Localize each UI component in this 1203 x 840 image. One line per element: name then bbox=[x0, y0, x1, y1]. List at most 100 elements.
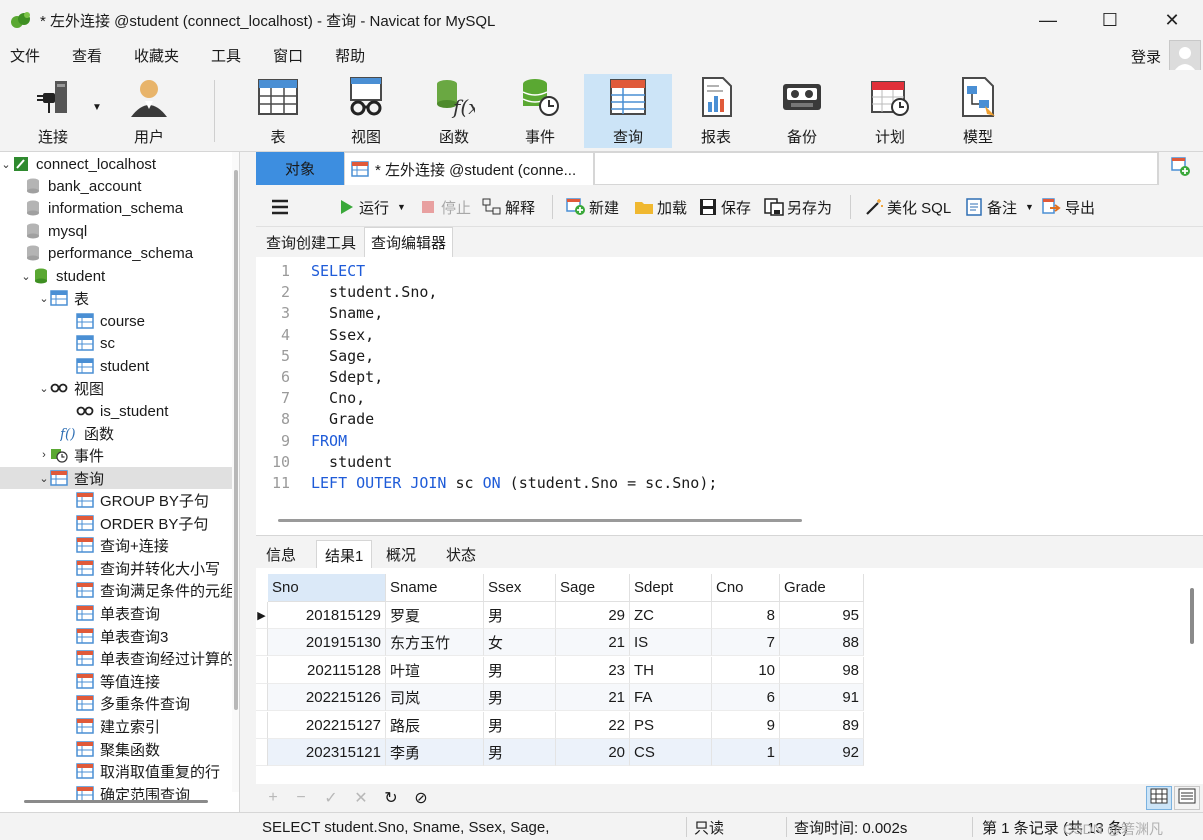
code-line[interactable]: student bbox=[311, 452, 392, 473]
save-button[interactable]: 保存 bbox=[698, 195, 751, 219]
chevron-down-icon[interactable]: ⌄ bbox=[38, 382, 50, 395]
tree-view-is-student[interactable]: is_student bbox=[0, 400, 232, 422]
tree-folder-views[interactable]: ⌄ 视图 bbox=[0, 377, 232, 399]
table-cell[interactable]: 叶瑄 bbox=[386, 657, 484, 684]
menu-favorites[interactable]: 收藏夹 bbox=[134, 45, 179, 66]
export-button[interactable]: 导出 bbox=[1042, 195, 1095, 219]
table-cell[interactable]: 司岚 bbox=[386, 684, 484, 711]
code-line[interactable]: Cno, bbox=[311, 388, 365, 409]
tool-function[interactable]: f(x) 函数 bbox=[424, 74, 484, 148]
menu-tools[interactable]: 工具 bbox=[211, 45, 241, 66]
table-cell[interactable]: 88 bbox=[780, 629, 864, 656]
table-cell[interactable]: 6 bbox=[712, 684, 780, 711]
editor-horizontal-scrollbar[interactable] bbox=[278, 519, 802, 522]
table-cell[interactable]: 10 bbox=[712, 657, 780, 684]
avatar[interactable] bbox=[1169, 40, 1201, 72]
chevron-down-icon[interactable]: ⌄ bbox=[20, 270, 32, 283]
tree-query-item[interactable]: 单表查询经过计算的值 bbox=[0, 647, 232, 669]
row-indicator[interactable] bbox=[256, 629, 268, 656]
table-cell[interactable]: 8 bbox=[712, 602, 780, 629]
table-row[interactable]: 201915130 东方玉竹女 21 IS 7 88 bbox=[268, 629, 864, 656]
table-cell[interactable]: 23 bbox=[556, 657, 630, 684]
tab-result1[interactable]: 结果1 bbox=[316, 540, 373, 569]
tree-folder-tables[interactable]: ⌄ 表 bbox=[0, 287, 232, 309]
tool-event[interactable]: 事件 bbox=[510, 74, 570, 148]
tree-folder-queries[interactable]: ⌄ 查询 bbox=[0, 467, 232, 489]
table-cell[interactable]: 202215126 bbox=[268, 684, 386, 711]
chevron-right-icon[interactable]: › bbox=[38, 449, 50, 461]
refresh-button[interactable]: ↻ bbox=[382, 789, 400, 807]
chevron-down-icon[interactable]: ⌄ bbox=[0, 158, 12, 171]
tree-db-information-schema[interactable]: information_schema bbox=[0, 197, 232, 219]
tab-status[interactable]: 状态 bbox=[438, 540, 484, 569]
table-cell[interactable]: 男 bbox=[484, 712, 556, 739]
table-cell[interactable]: 202315121 bbox=[268, 739, 386, 766]
code-line[interactable]: Grade bbox=[311, 409, 374, 430]
table-cell[interactable]: 9 bbox=[712, 712, 780, 739]
explain-button[interactable]: 解释 bbox=[482, 195, 535, 219]
tab-query-editor[interactable]: * 左外连接 @student (conne... bbox=[344, 152, 594, 185]
code-line[interactable]: Sdept, bbox=[311, 367, 383, 388]
tree-folder-functions[interactable]: f() 函数 bbox=[0, 422, 232, 444]
comment-button[interactable]: 备注 ▼ bbox=[964, 195, 1034, 219]
tool-connect[interactable]: 连接 bbox=[22, 74, 84, 148]
new-tab-button[interactable] bbox=[1158, 152, 1203, 185]
run-dropdown-icon[interactable]: ▼ bbox=[397, 202, 406, 212]
code-line[interactable]: FROM bbox=[311, 431, 347, 452]
table-cell[interactable]: 男 bbox=[484, 684, 556, 711]
stop-button[interactable]: 停止 bbox=[418, 195, 471, 219]
menu-view[interactable]: 查看 bbox=[72, 45, 102, 66]
code-line[interactable]: student.Sno, bbox=[311, 282, 437, 303]
table-cell[interactable]: 91 bbox=[780, 684, 864, 711]
table-cell[interactable]: TH bbox=[630, 657, 712, 684]
tree-query-item[interactable]: 单表查询 bbox=[0, 602, 232, 624]
delete-record-button[interactable]: − bbox=[292, 789, 310, 807]
code-line[interactable]: LEFT OUTER JOIN sc ON (student.Sno = sc.… bbox=[311, 473, 717, 494]
row-indicator[interactable] bbox=[256, 684, 268, 711]
close-button[interactable]: ✕ bbox=[1141, 0, 1203, 40]
table-cell[interactable]: 89 bbox=[780, 712, 864, 739]
table-cell[interactable]: 21 bbox=[556, 629, 630, 656]
tree-query-item[interactable]: 等值连接 bbox=[0, 670, 232, 692]
stop-refresh-button[interactable]: ⊘ bbox=[412, 789, 430, 807]
code-line[interactable]: SELECT bbox=[311, 261, 365, 282]
tree-db-student[interactable]: ⌄ student bbox=[0, 265, 232, 287]
tree-query-item[interactable]: 查询+连接 bbox=[0, 534, 232, 556]
tool-backup[interactable]: 备份 bbox=[772, 74, 832, 148]
column-header[interactable]: Sage bbox=[556, 574, 630, 602]
table-cell[interactable]: ZC bbox=[630, 602, 712, 629]
maximize-button[interactable]: ☐ bbox=[1079, 0, 1141, 40]
login-link[interactable]: 登录 bbox=[1131, 46, 1161, 67]
table-cell[interactable]: 1 bbox=[712, 739, 780, 766]
table-cell[interactable]: 女 bbox=[484, 629, 556, 656]
code-line[interactable]: Ssex, bbox=[311, 325, 374, 346]
column-header[interactable]: Cno bbox=[712, 574, 780, 602]
table-cell[interactable]: CS bbox=[630, 739, 712, 766]
tree-query-item[interactable]: 聚集函数 bbox=[0, 738, 232, 760]
tree-query-item[interactable]: 建立索引 bbox=[0, 715, 232, 737]
table-cell[interactable]: FA bbox=[630, 684, 712, 711]
table-row[interactable]: 202215126 司岚男 21 FA 6 91 bbox=[268, 684, 864, 711]
table-cell[interactable]: 98 bbox=[780, 657, 864, 684]
tree-table-course[interactable]: course bbox=[0, 310, 232, 332]
tree-query-item[interactable]: 取消取值重复的行 bbox=[0, 760, 232, 782]
table-cell[interactable]: 东方玉竹 bbox=[386, 629, 484, 656]
load-button[interactable]: 加载 bbox=[634, 195, 687, 219]
table-cell[interactable]: IS bbox=[630, 629, 712, 656]
tool-user[interactable]: 用户 bbox=[118, 74, 180, 148]
tree-query-item[interactable]: 查询满足条件的元组 bbox=[0, 579, 232, 601]
table-cell[interactable]: 201915130 bbox=[268, 629, 386, 656]
sidebar-scrollbar[interactable] bbox=[232, 152, 239, 792]
code-line[interactable]: Sage, bbox=[311, 346, 374, 367]
comment-dropdown-icon[interactable]: ▼ bbox=[1025, 202, 1034, 212]
column-header[interactable]: Ssex bbox=[484, 574, 556, 602]
table-cell[interactable]: 7 bbox=[712, 629, 780, 656]
tab-query-editor-sub[interactable]: 查询编辑器 bbox=[364, 227, 454, 257]
sql-editor[interactable]: 1 SELECT 2 student.Sno, 3 Sname, 4 Ssex, 5 Sa… bbox=[256, 257, 1203, 535]
grid-view-button[interactable] bbox=[1146, 786, 1172, 810]
menu-hamburger-button[interactable] bbox=[270, 195, 293, 219]
sidebar-horizontal-scrollbar[interactable] bbox=[24, 800, 208, 803]
table-row[interactable]: 202115128 叶瑄男 23 TH 10 98 bbox=[268, 657, 864, 684]
table-cell[interactable]: 22 bbox=[556, 712, 630, 739]
table-cell[interactable]: 男 bbox=[484, 602, 556, 629]
